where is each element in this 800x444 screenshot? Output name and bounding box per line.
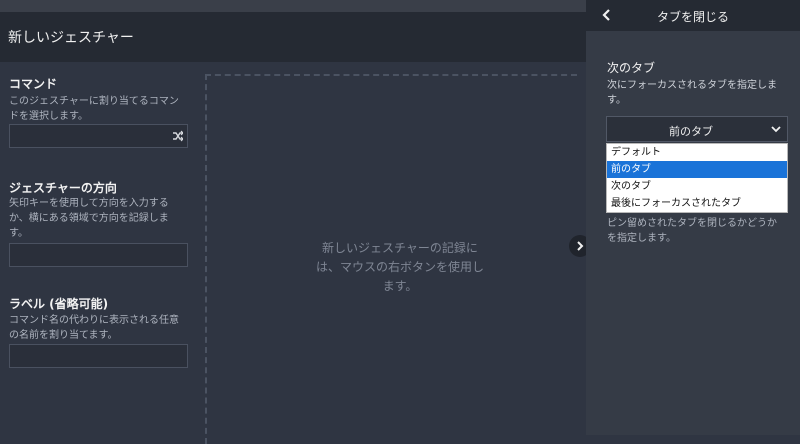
next-tab-selected-value: 前のタブ — [669, 125, 713, 138]
editor-header: 新しいジェスチャー — [0, 12, 586, 62]
direction-description: 矢印キーを使用して方向を入力する か、横にある領域で方向を記録しま す。 — [9, 196, 195, 241]
record-hint-line: 新しいジェスチャーの記録に — [322, 241, 478, 255]
command-desc-line: ドを選択します。 — [9, 111, 88, 122]
label-desc-line: の名前を割り当てます。 — [9, 330, 118, 341]
option-previous-tab[interactable]: 前のタブ — [607, 161, 787, 178]
direction-section-title: ジェスチャーの方向 — [9, 181, 117, 195]
option-default[interactable]: デフォルト — [607, 144, 787, 161]
direction-desc-line: す。 — [9, 228, 28, 239]
direction-input[interactable] — [9, 243, 188, 267]
option-next-tab[interactable]: 次のタブ — [607, 178, 787, 195]
pinned-desc-line: を指定します。 — [607, 233, 676, 244]
direction-desc-line: 矢印キーを使用して方向を入力する — [9, 198, 169, 209]
shuffle-icon[interactable] — [173, 130, 183, 142]
next-tab-desc-line: す。 — [607, 95, 626, 106]
chevron-down-icon — [771, 126, 781, 133]
command-description: このジェスチャーに割り当てるコマン ドを選択します。 — [9, 94, 195, 124]
direction-desc-line: か、横にある領域で方向を記録しま — [9, 213, 169, 224]
label-input[interactable] — [9, 344, 188, 368]
record-hint: 新しいジェスチャーの記録に は、マウスの右ボタンを使用し ます。 — [300, 239, 500, 296]
next-tab-options: デフォルト 前のタブ 次のタブ 最後にフォーカスされたタブ — [606, 143, 788, 213]
pinned-tabs-description: ピン留めされたタブを閉じるかどうか を指定します。 — [607, 216, 797, 246]
record-hint-line: ます。 — [382, 279, 418, 293]
chevron-right-icon — [577, 241, 584, 251]
pinned-desc-line: ピン留めされたタブを閉じるかどうか — [607, 218, 777, 229]
next-tab-select[interactable]: 前のタブ — [606, 116, 788, 142]
option-last-focused-tab[interactable]: 最後にフォーカスされたタブ — [607, 195, 787, 212]
next-tab-desc-line: 次にフォーカスされるタブを指定しま — [607, 80, 777, 91]
label-section-title: ラベル (省略可能) — [9, 297, 109, 311]
panel-title: タブを閉じる — [656, 10, 729, 24]
top-strip — [0, 0, 586, 12]
next-tab-label: 次のタブ — [607, 61, 656, 75]
command-settings-panel: タブを閉じる 次のタブ 次にフォーカスされるタブを指定しま す。 前のタブ デフ… — [586, 0, 800, 435]
command-desc-line: このジェスチャーに割り当てるコマン — [9, 96, 179, 107]
page-title: 新しいジェスチャー — [8, 30, 134, 46]
panel-header: タブを閉じる — [586, 0, 800, 31]
command-select-field[interactable] — [9, 124, 188, 148]
label-description: コマンド名の代わりに表示される任意 の名前を割り当てます。 — [9, 313, 195, 343]
gesture-settings-column: コマンド このジェスチャーに割り当てるコマン ドを選択します。 ジェスチャーの方… — [0, 62, 200, 435]
command-section-title: コマンド — [9, 77, 58, 91]
label-desc-line: コマンド名の代わりに表示される任意 — [9, 315, 179, 326]
next-tab-description: 次にフォーカスされるタブを指定しま す。 — [607, 78, 797, 108]
record-hint-line: は、マウスの右ボタンを使用し — [315, 260, 484, 274]
